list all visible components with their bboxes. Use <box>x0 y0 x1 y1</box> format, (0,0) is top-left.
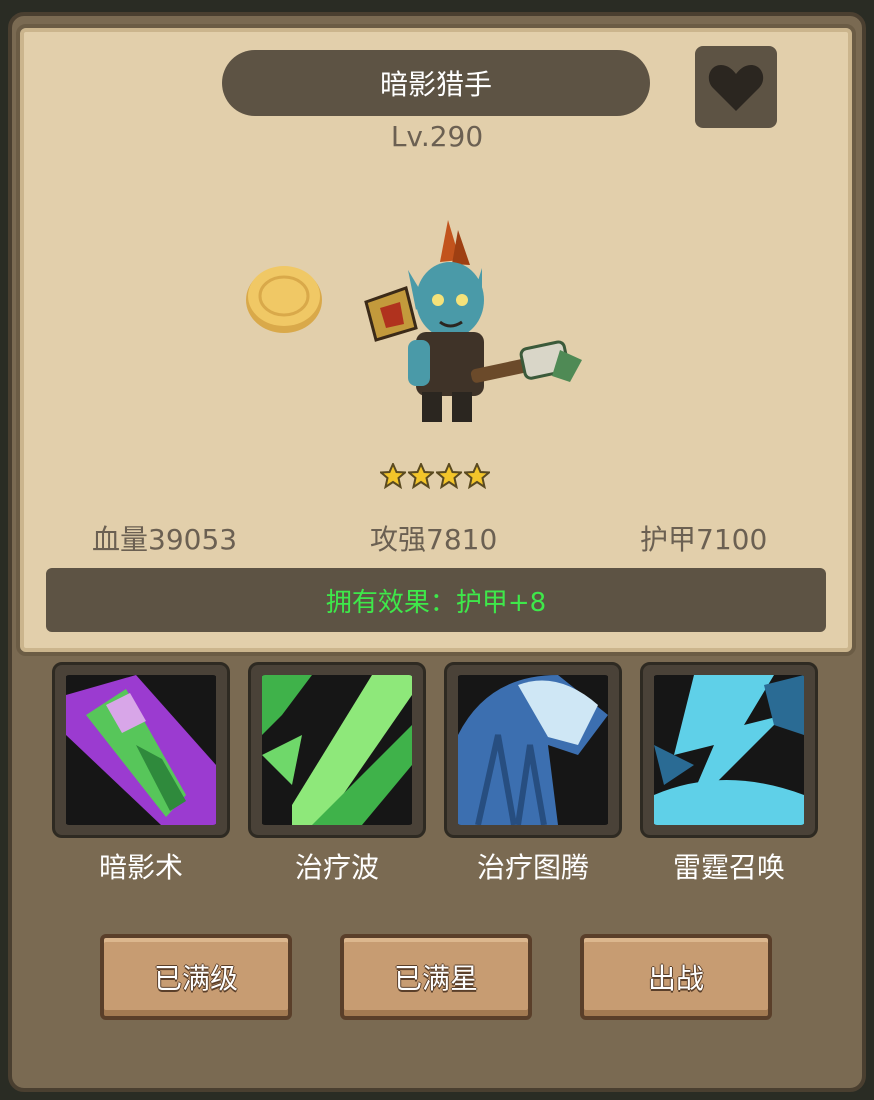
coin-icon <box>246 266 322 333</box>
hero-name-banner: 暗影猎手 <box>222 50 650 116</box>
attack-stat: 攻强7810 <box>370 523 498 556</box>
heart-icon <box>708 65 764 111</box>
max-level-label: 已满级 <box>153 962 238 995</box>
shadow-spell-icon <box>66 675 216 825</box>
favorite-button[interactable] <box>695 46 777 128</box>
star-icon <box>464 463 490 489</box>
hero-level: Lv.290 <box>390 120 484 153</box>
max-star-button[interactable]: 已满星 <box>340 934 532 1020</box>
healing-wave-icon <box>262 675 412 825</box>
skill-label-shadow-spell: 暗影术 <box>98 851 183 884</box>
skill-label-thunder-summon: 雷霆召唤 <box>672 851 785 884</box>
star-icon <box>380 463 406 489</box>
max-star-label: 已满星 <box>393 962 478 995</box>
star-icon <box>436 463 462 489</box>
hp-stat: 血量39053 <box>92 523 238 556</box>
skill-shadow-spell[interactable] <box>52 662 230 838</box>
armor-stat: 护甲7100 <box>640 523 768 556</box>
skill-thunder-summon[interactable] <box>640 662 818 838</box>
hero-figure <box>364 220 582 422</box>
star-rating <box>380 463 494 493</box>
skill-label-healing-totem: 治疗图腾 <box>476 851 589 884</box>
skill-healing-wave[interactable] <box>248 662 426 838</box>
owned-effect-bar: 拥有效果：护甲+8 <box>46 568 826 632</box>
thunder-summon-icon <box>654 675 804 825</box>
hero-portrait <box>230 200 610 440</box>
owned-effect-text: 拥有效果：护甲+8 <box>325 587 547 618</box>
deploy-button[interactable]: 出战 <box>580 934 772 1020</box>
healing-totem-icon <box>458 675 608 825</box>
skill-healing-totem[interactable] <box>444 662 622 838</box>
max-level-button[interactable]: 已满级 <box>100 934 292 1020</box>
hero-name: 暗影猎手 <box>379 68 492 101</box>
deploy-label: 出战 <box>647 962 704 995</box>
star-icon <box>408 463 434 489</box>
skill-label-healing-wave: 治疗波 <box>294 851 379 884</box>
